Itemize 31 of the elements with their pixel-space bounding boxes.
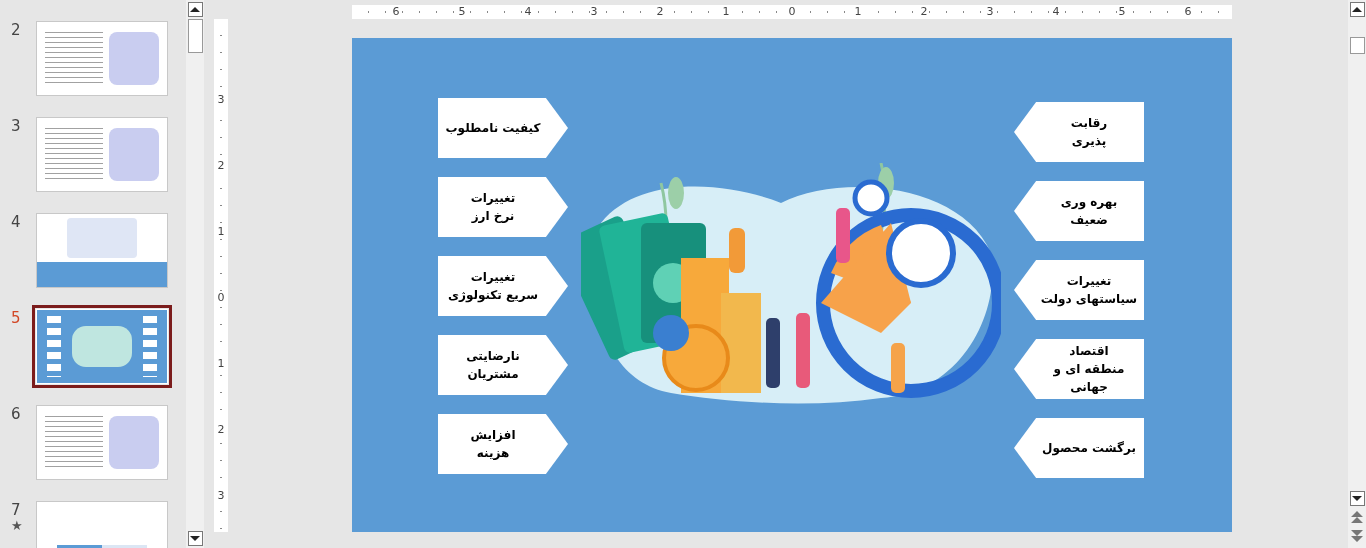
scroll-thumb[interactable] [1349,37,1365,54]
scroll-up-button[interactable] [1349,2,1365,17]
arrow-label: برگشت محصول [1014,418,1144,478]
arrow-label: افزایش هزینه [438,414,568,474]
scrollbar[interactable] [1348,0,1366,548]
arrow-label: بهره وری ضعیف [1014,181,1144,241]
slide-thumbnail[interactable] [36,405,168,480]
arrow-label: کیفیت نامطلوب [438,98,568,158]
slide-number: 7 [11,501,21,519]
arrow-label: تغییرات سریع تکنولوژی [438,256,568,316]
arrow-label: اقتصاد منطقه ای و جهانی [1014,339,1144,399]
animation-mark: ★ [11,519,23,533]
slide-number: 4 [11,213,21,231]
scroll-up-button[interactable] [187,2,203,17]
arrow-label: تغییرات نرخ ارز [438,177,568,237]
slide-number: 6 [11,405,21,423]
slide-thumbnail[interactable] [36,117,168,192]
scroll-down-button[interactable] [1349,491,1365,506]
previous-slide-icon[interactable] [1351,511,1363,525]
slide-number: 3 [11,117,21,135]
slide-thumbnail[interactable] [36,213,168,288]
scrollbar[interactable] [186,0,204,548]
scroll-thumb[interactable] [187,19,203,53]
arrow-label: رقابت پذیری [1014,102,1144,162]
slide-thumbnail[interactable] [36,21,168,96]
arrow-label: تغییرات سیاستهای دولت [1014,260,1144,320]
slide-number: 5 [11,309,21,327]
next-slide-icon[interactable] [1351,530,1363,544]
slide-number: 2 [11,21,21,39]
scroll-down-button[interactable] [187,531,203,546]
arrow-label: نارضایتی مشتریان [438,335,568,395]
